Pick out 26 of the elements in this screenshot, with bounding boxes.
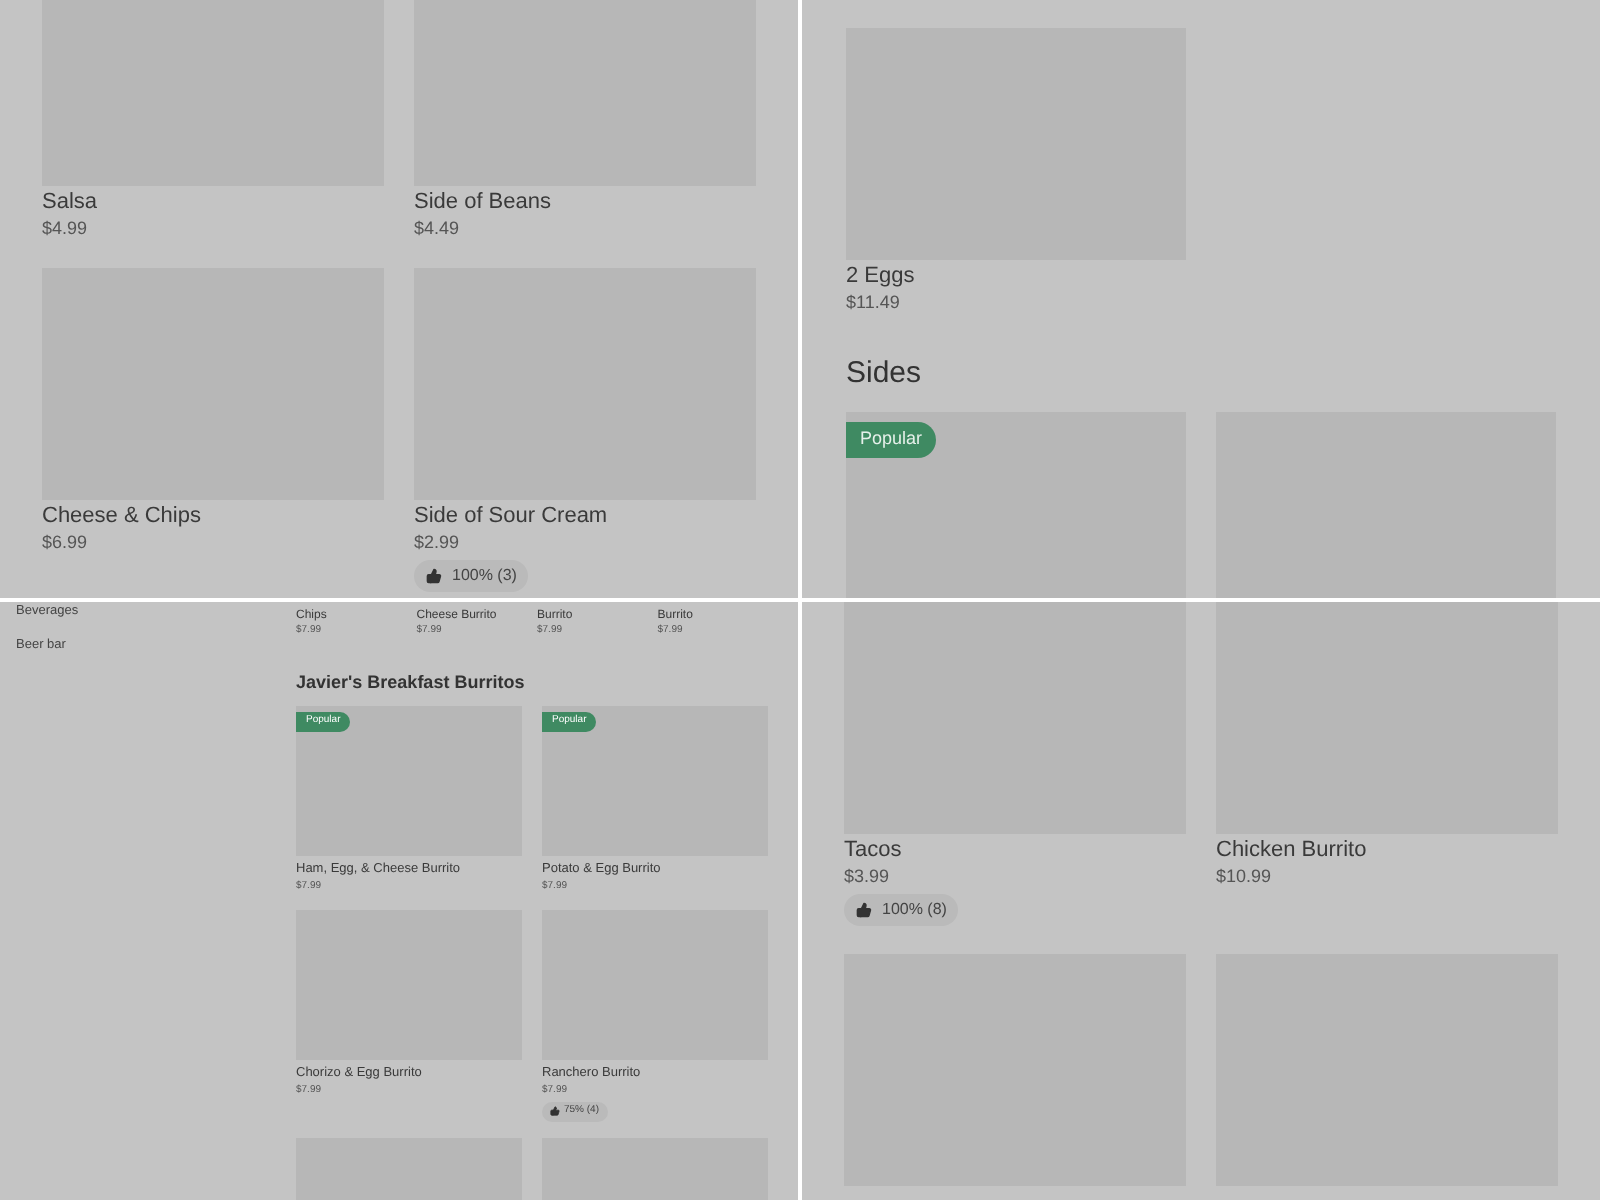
image-placeholder[interactable] [1216, 602, 1558, 834]
item-price: $6.99 [42, 532, 90, 554]
thumbs-up-icon [426, 568, 442, 584]
rating-pill: 100% (3) [414, 560, 529, 592]
rating-pill: 100% (8) [844, 894, 959, 926]
item-name: 2 Eggs [846, 264, 917, 290]
item-name: Cheese & Chips [42, 504, 203, 530]
image-placeholder[interactable]: Popular [846, 412, 1186, 598]
section-heading: Javier's Breakfast Burritos [296, 670, 525, 694]
item-price: $2.99 [414, 532, 462, 554]
item-price: $10.99 [1216, 866, 1274, 888]
section-heading: Sides [846, 354, 924, 394]
item-price: $4.49 [414, 218, 462, 240]
popular-badge: Popular [846, 422, 937, 457]
item-name: Salsa [42, 190, 100, 216]
item-name: Side of Sour Cream [414, 504, 610, 530]
image-placeholder[interactable] [844, 602, 1186, 834]
item-price: $3.99 [844, 866, 892, 888]
item-name: Tacos [844, 838, 904, 864]
thumbs-up-icon [856, 902, 872, 918]
item-name: Chicken Burrito [1216, 838, 1369, 864]
item-price: $11.49 [846, 292, 902, 314]
item-price: $4.99 [42, 218, 90, 240]
item-name: Side of Beans [414, 190, 553, 216]
thumbs-up-icon [550, 1106, 560, 1117]
image-placeholder[interactable] [1216, 412, 1556, 598]
